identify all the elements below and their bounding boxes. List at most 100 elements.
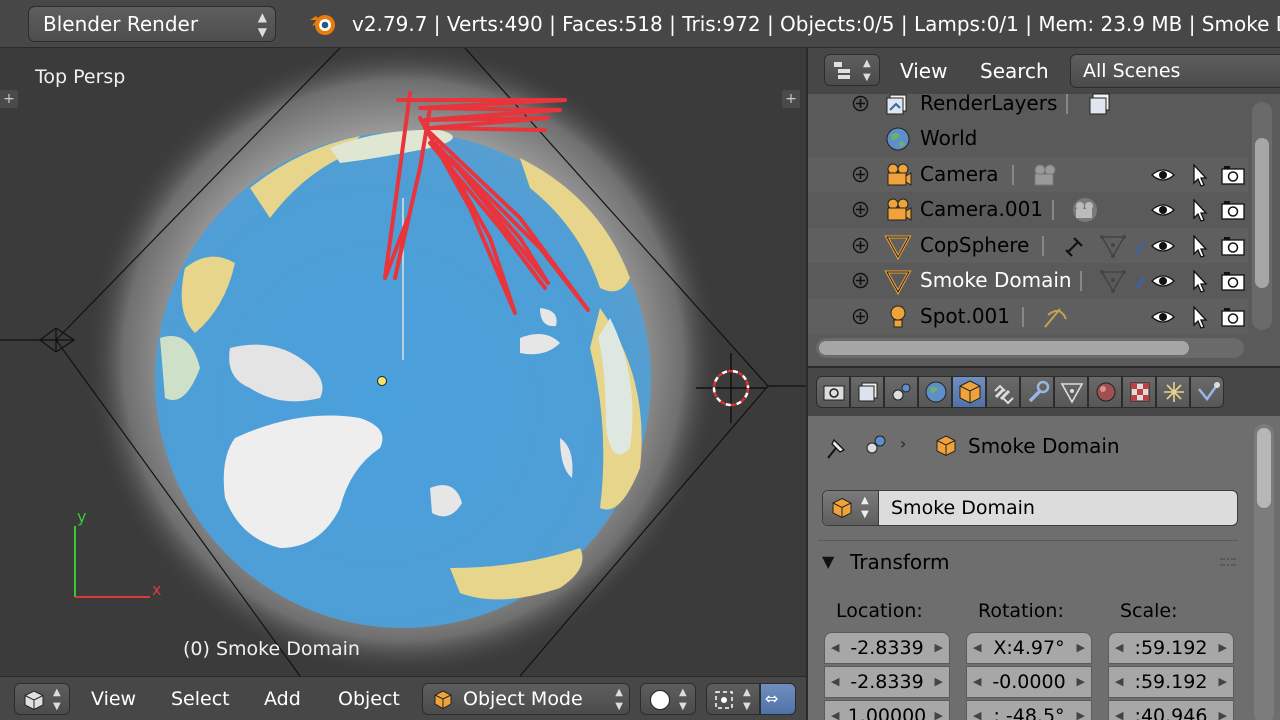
eye-icon[interactable]	[1150, 269, 1176, 293]
object-origin	[377, 376, 387, 386]
tab-world[interactable]	[918, 376, 952, 408]
decrement-arrow-icon[interactable]: ◀	[973, 633, 981, 663]
scene-filter-select[interactable]: All Scenes	[1070, 54, 1280, 88]
scale-z-field[interactable]: ◀:40.946 ▶	[1108, 700, 1234, 720]
outliner-display-mode-button[interactable]: ▲ ▼	[824, 54, 880, 86]
cursor-select-icon[interactable]	[1186, 163, 1212, 187]
toolshelf-toggle-icon[interactable]: +	[0, 90, 18, 108]
pivot-point-button[interactable]: ▲ ▼	[706, 683, 760, 715]
outliner-row-world[interactable]: World	[808, 121, 1248, 156]
render-engine-select[interactable]: Blender Render ▲ ▼	[28, 6, 276, 42]
menu-object[interactable]: Object	[338, 677, 400, 720]
render-camera-icon[interactable]	[1220, 305, 1246, 329]
expand-icon[interactable]	[852, 201, 869, 218]
tab-mesh-data[interactable]	[1054, 376, 1088, 408]
expand-icon[interactable]	[852, 166, 869, 183]
location-x-field[interactable]: ◀ -2.8339 ▶	[824, 632, 950, 664]
eye-icon[interactable]	[1150, 163, 1176, 187]
expand-icon[interactable]	[852, 272, 869, 289]
scale-y-field[interactable]: ◀:59.192 ▶	[1108, 666, 1234, 698]
location-y-field[interactable]: ◀ -2.8339 ▶	[824, 666, 950, 698]
render-camera-icon[interactable]	[1220, 269, 1246, 293]
tab-render[interactable]	[816, 376, 850, 408]
tab-material[interactable]	[1088, 376, 1122, 408]
eye-icon[interactable]	[1150, 305, 1176, 329]
increment-arrow-icon[interactable]: ▶	[1219, 701, 1227, 720]
tab-object[interactable]	[952, 376, 986, 408]
decrement-arrow-icon[interactable]: ◀	[831, 667, 839, 697]
rotation-z-field[interactable]: ◀: -48.5° ▶	[966, 700, 1092, 720]
outliner-horizontal-scrollbar[interactable]	[816, 338, 1244, 358]
outliner-row-smoke-domain[interactable]: Smoke Domain	[808, 263, 1248, 298]
editor-type-button[interactable]: ▲ ▼	[14, 683, 70, 715]
eye-icon[interactable]	[1150, 234, 1176, 258]
outliner-row-camera-001[interactable]: Camera.001	[808, 192, 1248, 227]
increment-arrow-icon[interactable]: ▶	[935, 633, 943, 663]
scrollbar-thumb[interactable]	[819, 341, 1189, 355]
outliner-row-camera[interactable]: Camera	[808, 157, 1248, 192]
decrement-arrow-icon[interactable]: ◀	[1115, 633, 1123, 663]
tab-texture[interactable]	[1122, 376, 1156, 408]
increment-arrow-icon[interactable]: ▶	[1219, 667, 1227, 697]
expand-icon[interactable]	[852, 95, 869, 112]
cursor-select-icon[interactable]	[1186, 305, 1212, 329]
decrement-arrow-icon[interactable]: ◀	[973, 667, 981, 697]
scale-x-field[interactable]: ◀:59.192 ▶	[1108, 632, 1234, 664]
outliner-row-copsphere[interactable]: CopSphere	[808, 228, 1248, 263]
increment-arrow-icon[interactable]: ▶	[1077, 667, 1085, 697]
scrollbar-thumb[interactable]	[1255, 138, 1269, 288]
tab-modifiers[interactable]	[1020, 376, 1054, 408]
decrement-arrow-icon[interactable]: ◀	[1115, 667, 1123, 697]
manipulator-toggle-button[interactable]: ⇔	[760, 683, 796, 715]
location-z-field[interactable]: ◀ 1.00000 ▶	[824, 700, 950, 720]
properties-toggle-icon[interactable]: +	[782, 90, 800, 108]
mode-select[interactable]: Object Mode ▲ ▼	[422, 683, 630, 715]
object-browse-button[interactable]: ▲ ▼	[823, 491, 879, 525]
cursor-select-icon[interactable]	[1186, 198, 1212, 222]
3d-viewport[interactable]: y x Top Persp (0) Smoke Domain + +	[0, 48, 806, 676]
tab-particles[interactable]	[1156, 376, 1190, 408]
tab-render-layers[interactable]	[850, 376, 884, 408]
outliner-row-renderlayers[interactable]: RenderLayers	[808, 86, 1248, 121]
scrollbar-thumb[interactable]	[1257, 428, 1271, 508]
drag-handle-icon[interactable]	[1220, 558, 1236, 566]
rotation-y-field[interactable]: ◀ -0.0000 ▶	[966, 666, 1092, 698]
menu-add[interactable]: Add	[264, 677, 301, 720]
cube-icon	[24, 690, 44, 711]
outliner-row-spot-001[interactable]: Spot.001	[808, 299, 1248, 334]
expand-icon[interactable]	[852, 237, 869, 254]
pin-icon[interactable]	[822, 434, 852, 460]
decrement-arrow-icon[interactable]: ◀	[973, 701, 981, 720]
texture-icon	[1130, 382, 1150, 402]
properties-scrollbar[interactable]	[1254, 424, 1274, 720]
decrement-arrow-icon[interactable]: ◀	[831, 633, 839, 663]
increment-arrow-icon[interactable]: ▶	[1077, 701, 1085, 720]
cursor-select-icon[interactable]	[1186, 269, 1212, 293]
increment-arrow-icon[interactable]: ▶	[1219, 633, 1227, 663]
tab-physics[interactable]	[1190, 376, 1224, 408]
menu-select[interactable]: Select	[171, 677, 230, 720]
cursor-select-icon[interactable]	[1186, 234, 1212, 258]
material-icon	[1134, 241, 1146, 255]
viewport-shading-button[interactable]: ▲ ▼	[640, 683, 696, 715]
decrement-arrow-icon[interactable]: ◀	[831, 701, 839, 720]
viewport-scene[interactable]: y x	[0, 48, 806, 676]
rotation-x-field[interactable]: ◀ X:4.97° ▶	[966, 632, 1092, 664]
lamp-gizmo	[38, 327, 76, 353]
render-camera-icon[interactable]	[1220, 234, 1246, 258]
transform-panel-header[interactable]: ▼ Transform	[822, 546, 1242, 582]
eye-icon[interactable]	[1150, 198, 1176, 222]
tab-constraints[interactable]	[986, 376, 1020, 408]
decrement-arrow-icon[interactable]: ◀	[1115, 701, 1123, 720]
increment-arrow-icon[interactable]: ▶	[935, 701, 943, 720]
render-camera-icon[interactable]	[1220, 163, 1246, 187]
expand-icon[interactable]	[852, 308, 869, 325]
render-camera-icon[interactable]	[1220, 198, 1246, 222]
outliner-vertical-scrollbar[interactable]	[1252, 102, 1272, 330]
object-name-field[interactable]: ▲ ▼ Smoke Domain	[822, 490, 1238, 526]
tab-scene[interactable]	[884, 376, 918, 408]
increment-arrow-icon[interactable]: ▶	[935, 667, 943, 697]
menu-view[interactable]: View	[91, 677, 136, 720]
physics-icon	[1198, 382, 1220, 402]
increment-arrow-icon[interactable]: ▶	[1077, 633, 1085, 663]
